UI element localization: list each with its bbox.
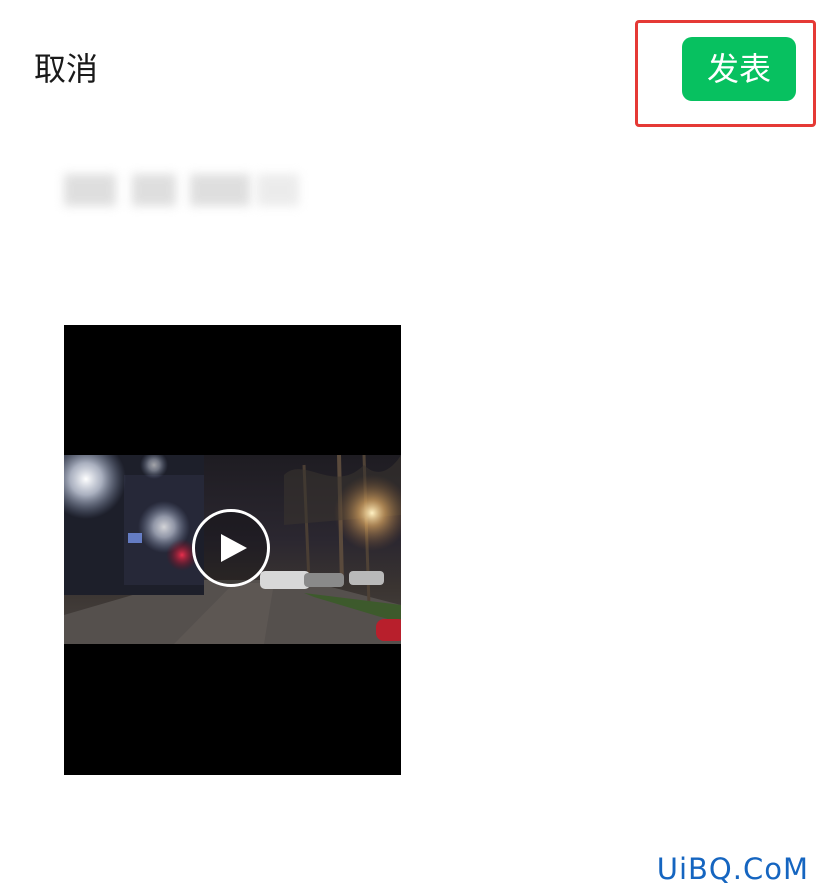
publish-button[interactable]: 发表 bbox=[682, 37, 796, 101]
blurred-caption-text bbox=[52, 168, 307, 216]
watermark-text: UiBQ.CoM bbox=[656, 852, 809, 886]
play-button[interactable] bbox=[192, 509, 270, 587]
cancel-button[interactable]: 取消 bbox=[34, 47, 98, 91]
play-icon bbox=[221, 534, 247, 562]
video-thumbnail[interactable] bbox=[64, 325, 401, 775]
